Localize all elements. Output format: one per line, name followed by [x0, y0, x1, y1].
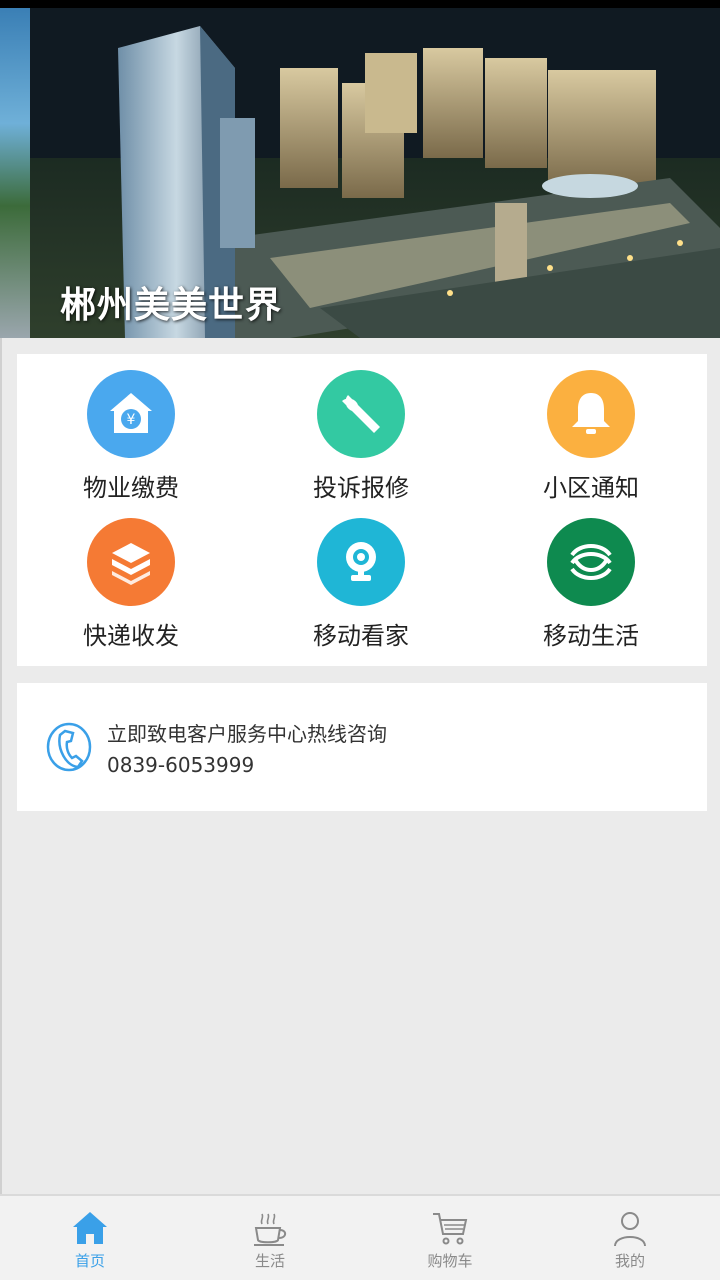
service-mobile-home-watch[interactable]: 移动看家	[261, 502, 461, 650]
tab-mine[interactable]: 我的	[540, 1196, 720, 1280]
hotline-number[interactable]: 0839-6053999	[107, 750, 387, 781]
service-label: 投诉报修	[313, 474, 409, 502]
tab-life[interactable]: 生活	[180, 1196, 360, 1280]
bottom-tab-bar: 首页 生活 购物车 我的	[0, 1194, 720, 1280]
hotline-text-block: 立即致电客户服务中心热线咨询 0839-6053999	[107, 719, 387, 781]
tab-home[interactable]: 首页	[0, 1196, 180, 1280]
hotline-description: 立即致电客户服务中心热线咨询	[107, 722, 387, 746]
service-label: 移动看家	[313, 622, 409, 650]
tab-label: 我的	[614, 1252, 645, 1270]
property-fee-icon: ¥	[87, 370, 175, 458]
service-grid: ¥ 物业缴费 投诉报修 小区通知 快递收发 移动看家 移动生活	[17, 354, 707, 666]
wrench-icon	[317, 370, 405, 458]
tab-label: 首页	[74, 1252, 105, 1270]
package-icon	[87, 518, 175, 606]
cart-icon	[433, 1213, 468, 1245]
service-community-notice[interactable]: 小区通知	[491, 354, 691, 502]
service-label: 小区通知	[543, 474, 639, 502]
bell-icon	[547, 370, 635, 458]
status-bar	[0, 0, 720, 8]
service-label: 物业缴费	[83, 474, 179, 502]
phone-icon	[45, 721, 93, 777]
svg-text:¥: ¥	[127, 412, 136, 428]
banner-carousel[interactable]: 郴州美美世界	[0, 8, 720, 338]
banner-previous-slide-edge	[0, 8, 30, 338]
left-edge-divider	[0, 338, 2, 1194]
tab-label: 生活	[254, 1252, 285, 1270]
service-label: 移动生活	[543, 622, 639, 650]
camera-icon	[317, 518, 405, 606]
tab-cart[interactable]: 购物车	[360, 1196, 540, 1280]
service-complaint-repair[interactable]: 投诉报修	[261, 354, 461, 502]
service-property-fee[interactable]: ¥ 物业缴费	[31, 354, 231, 502]
coffee-cup-icon	[254, 1213, 287, 1246]
service-label: 快递收发	[83, 622, 179, 650]
banner-title: 郴州美美世界	[60, 285, 283, 326]
service-express-delivery[interactable]: 快递收发	[31, 502, 231, 650]
user-icon	[614, 1212, 646, 1247]
tab-label: 购物车	[427, 1252, 473, 1270]
home-icon	[73, 1212, 107, 1244]
hotline-card[interactable]: 立即致电客户服务中心热线咨询 0839-6053999	[17, 683, 707, 811]
service-mobile-life[interactable]: 移动生活	[491, 502, 691, 650]
china-mobile-icon	[547, 518, 635, 606]
